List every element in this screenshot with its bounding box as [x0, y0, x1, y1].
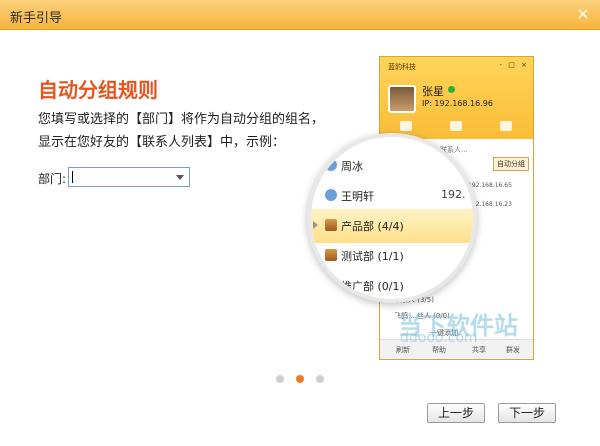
preview-help: 帮助 — [432, 346, 446, 354]
lens-row-selected: 产品部 (4/4) — [311, 209, 473, 243]
department-label: 部门: — [38, 172, 67, 186]
text-caret — [72, 171, 73, 183]
person-icon — [325, 159, 337, 171]
lens-row-text: 推广部 (0/1) — [341, 280, 404, 293]
preview-brand: 蓝豹科技 — [388, 63, 416, 71]
preview-window-controls: - □ × — [499, 61, 529, 69]
expand-arrow-icon — [313, 221, 318, 229]
history-tab-icon — [500, 121, 512, 131]
preview-share: 共享 — [472, 346, 486, 354]
lens-row-text: 王明轩 — [341, 190, 374, 203]
group-icon — [325, 279, 337, 291]
page-heading: 自动分组规则 — [38, 78, 158, 102]
preview-broadcast: 群发 — [506, 346, 520, 354]
preview-refresh: 刷新 — [396, 346, 410, 354]
next-button[interactable]: 下一步 — [498, 403, 556, 423]
magnifier-lens: 周冰 王明轩 192. 产品部 (4/4) 测试部 (1/1) 推广部 (0/1… — [307, 133, 477, 303]
lens-row: 测试部 (1/1) — [311, 239, 473, 273]
pager-dot-1[interactable] — [276, 375, 284, 383]
pager-dot-3[interactable] — [316, 375, 324, 383]
group-icon — [325, 219, 337, 231]
lens-row-text: 产品部 (4/4) — [341, 220, 404, 233]
group-icon — [325, 249, 337, 261]
lens-row: 推广部 (0/1) — [311, 269, 473, 299]
close-icon[interactable]: × — [572, 4, 594, 24]
title-bar: 新手引导 × — [0, 0, 600, 30]
chat-tab-icon — [400, 121, 412, 131]
contacts-tab-icon — [450, 121, 462, 131]
dropdown-arrow-icon[interactable] — [176, 175, 184, 180]
lens-row: 王明轩 192. — [311, 179, 473, 213]
pager-dot-2-active[interactable] — [296, 375, 304, 383]
description-line-1: 您填写或选择的【部门】将作为自动分组的组名， — [38, 112, 325, 127]
online-status-icon — [448, 86, 455, 93]
lens-row: 周冰 — [311, 149, 473, 183]
preview-ip-row: 192.168.16.65 — [468, 182, 512, 189]
auto-group-badge: 自动分组 — [493, 157, 529, 171]
lens-row-ip: 192. — [441, 188, 466, 201]
preview-ip: IP: 192.168.16.96 — [422, 99, 493, 108]
avatar — [388, 85, 416, 113]
watermark-url: ddooo.com — [400, 330, 478, 346]
lens-row-text: 测试部 (1/1) — [341, 250, 404, 263]
window-title: 新手引导 — [10, 11, 63, 26]
department-select[interactable] — [68, 167, 190, 187]
description-line-2: 显示在您好友的【联系人列表】中，示例： — [38, 135, 286, 150]
lens-row-text: 周冰 — [341, 160, 363, 173]
person-icon — [325, 189, 337, 201]
preview-user-name: 张星 — [422, 85, 444, 98]
prev-button[interactable]: 上一步 — [427, 403, 485, 423]
